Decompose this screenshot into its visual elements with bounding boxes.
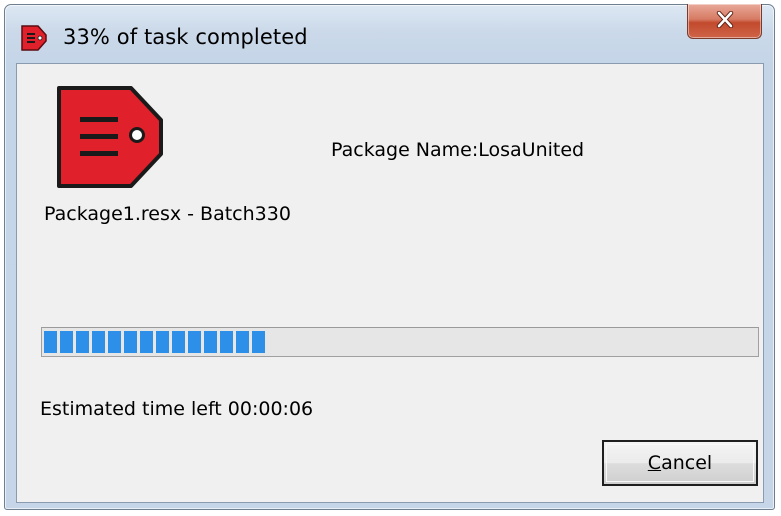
cancel-button-face: Cancel bbox=[606, 444, 754, 482]
cancel-mnemonic: C bbox=[647, 452, 662, 474]
file-batch-label: Package1.resx - Batch330 bbox=[44, 203, 291, 225]
cancel-label-rest: ancel bbox=[661, 452, 713, 474]
progress-bar bbox=[41, 327, 759, 357]
progress-dialog: 33% of task completed Package1.resx - Ba… bbox=[4, 4, 775, 510]
cancel-button-label: Cancel bbox=[648, 452, 712, 474]
progress-fill bbox=[44, 331, 265, 353]
title-bar[interactable]: 33% of task completed bbox=[5, 4, 774, 63]
window-title: 33% of task completed bbox=[63, 25, 308, 49]
dialog-body: Package1.resx - Batch330 Package Name:Lo… bbox=[16, 63, 764, 503]
close-icon bbox=[716, 11, 734, 28]
tag-icon bbox=[21, 25, 47, 51]
package-name-label: Package Name:LosaUnited bbox=[331, 139, 585, 161]
tag-icon bbox=[57, 86, 163, 188]
time-remaining-label: Estimated time left 00:00:06 bbox=[40, 398, 314, 420]
close-button[interactable] bbox=[687, 4, 762, 39]
cancel-button[interactable]: Cancel bbox=[602, 440, 758, 486]
